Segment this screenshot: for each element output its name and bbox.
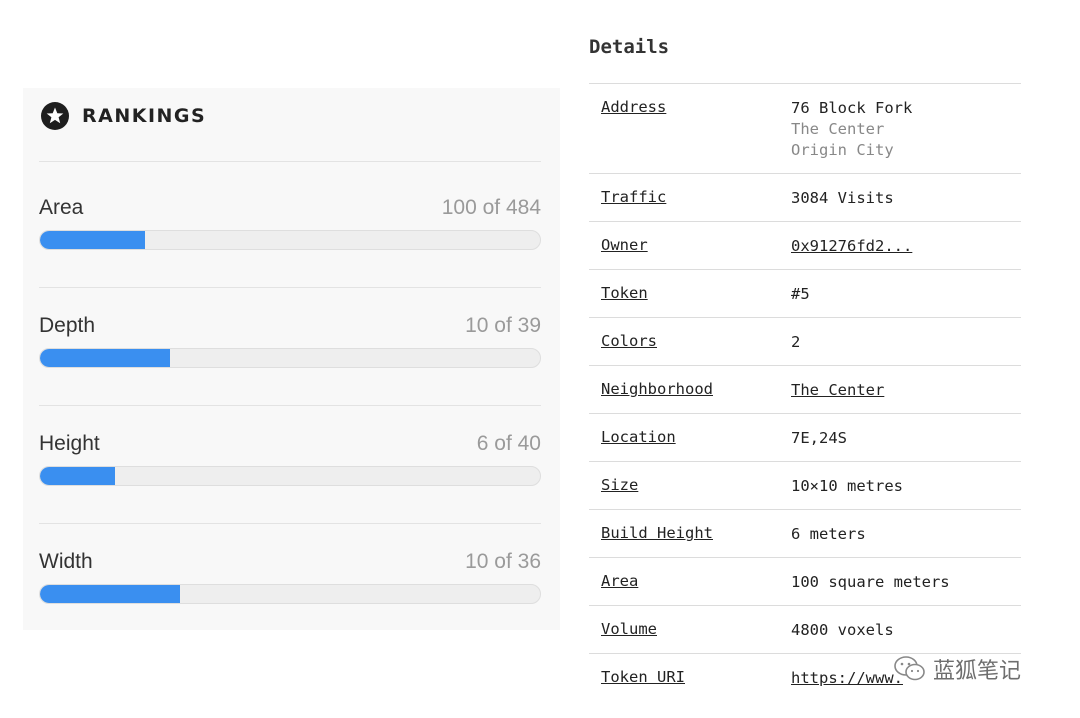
details-value: 3084 Visits <box>791 189 894 207</box>
divider <box>39 405 541 406</box>
address-line: 76 Block Fork <box>791 99 913 117</box>
details-row-address: Address 76 Block Fork The Center Origin … <box>589 83 1021 173</box>
details-key[interactable]: Area <box>601 572 638 590</box>
divider <box>39 287 541 288</box>
details-key[interactable]: Address <box>601 98 666 116</box>
rankings-header: RANKINGS <box>40 100 206 132</box>
details-key[interactable]: Volume <box>601 620 657 638</box>
ranking-progress-track <box>39 466 541 486</box>
ranking-progress-track <box>39 584 541 604</box>
ranking-row-depth: Depth 10 of 39 <box>39 314 541 374</box>
details-row-colors: Colors 2 <box>589 317 1021 365</box>
rankings-title: RANKINGS <box>82 105 207 127</box>
details-value: #5 <box>791 285 810 303</box>
ranking-row-width: Width 10 of 36 <box>39 550 541 610</box>
details-key[interactable]: Colors <box>601 332 657 350</box>
ranking-label: Depth <box>39 314 96 337</box>
details-value: 7E,24S <box>791 429 847 447</box>
address-subline: The Center <box>791 120 885 138</box>
ranking-row-area: Area 100 of 484 <box>39 196 541 256</box>
details-row-volume: Volume 4800 voxels <box>589 605 1021 653</box>
details-row-area: Area 100 square meters <box>589 557 1021 605</box>
ranking-row-height: Height 6 of 40 <box>39 432 541 492</box>
token-uri-link[interactable]: https://www. <box>791 668 903 689</box>
address-subline: Origin City <box>791 141 894 159</box>
details-row-token: Token #5 <box>589 269 1021 317</box>
wechat-icon <box>894 656 925 681</box>
details-key[interactable]: Size <box>601 476 638 494</box>
watermark: 蓝狐笔记 <box>893 650 1021 688</box>
ranking-value: 10 of 36 <box>465 550 541 573</box>
ranking-value: 6 of 40 <box>476 432 541 455</box>
details-row-traffic: Traffic 3084 Visits <box>589 173 1021 221</box>
details-key[interactable]: Owner <box>601 236 648 254</box>
details-row-neighborhood: Neighborhood The Center <box>589 365 1021 413</box>
ranking-progress-fill <box>40 585 180 603</box>
details-table: Address 76 Block Fork The Center Origin … <box>589 83 1021 701</box>
details-value: 6 meters <box>791 525 866 543</box>
details-key[interactable]: Token <box>601 284 648 302</box>
neighborhood-link[interactable]: The Center <box>791 380 884 401</box>
details-key[interactable]: Neighborhood <box>601 380 713 398</box>
divider <box>39 523 541 524</box>
divider <box>39 161 541 162</box>
ranking-value: 10 of 39 <box>465 314 541 337</box>
details-key[interactable]: Location <box>601 428 676 446</box>
owner-address-link[interactable]: 0x91276fd2... <box>791 236 912 257</box>
details-value: 2 <box>791 333 801 351</box>
ranking-label: Height <box>39 432 100 455</box>
details-value: 76 Block Fork The Center Origin City <box>791 98 912 161</box>
details-key[interactable]: Token URI <box>601 668 685 686</box>
details-key[interactable]: Build Height <box>601 524 713 542</box>
details-value: 100 square meters <box>791 573 950 591</box>
star-circle-icon <box>41 102 69 130</box>
ranking-progress-track <box>39 348 541 368</box>
watermark-text: 蓝狐笔记 <box>933 659 1022 684</box>
ranking-progress-fill <box>40 231 145 249</box>
details-row-owner: Owner 0x91276fd2... <box>589 221 1021 269</box>
ranking-progress-fill <box>40 349 170 367</box>
details-row-size: Size 10×10 metres <box>589 461 1021 509</box>
details-row-build-height: Build Height 6 meters <box>589 509 1021 557</box>
ranking-progress-fill <box>40 467 115 485</box>
rankings-panel: RANKINGS Area 100 of 484 Depth 10 of 39 … <box>23 88 560 630</box>
ranking-value: 100 of 484 <box>441 196 541 219</box>
details-value: 4800 voxels <box>791 621 894 639</box>
ranking-label: Width <box>39 550 93 573</box>
details-title: Details <box>589 36 670 58</box>
details-key[interactable]: Traffic <box>601 188 666 206</box>
ranking-progress-track <box>39 230 541 250</box>
ranking-label: Area <box>39 196 84 219</box>
details-value: 10×10 metres <box>791 477 903 495</box>
details-row-location: Location 7E,24S <box>589 413 1021 461</box>
